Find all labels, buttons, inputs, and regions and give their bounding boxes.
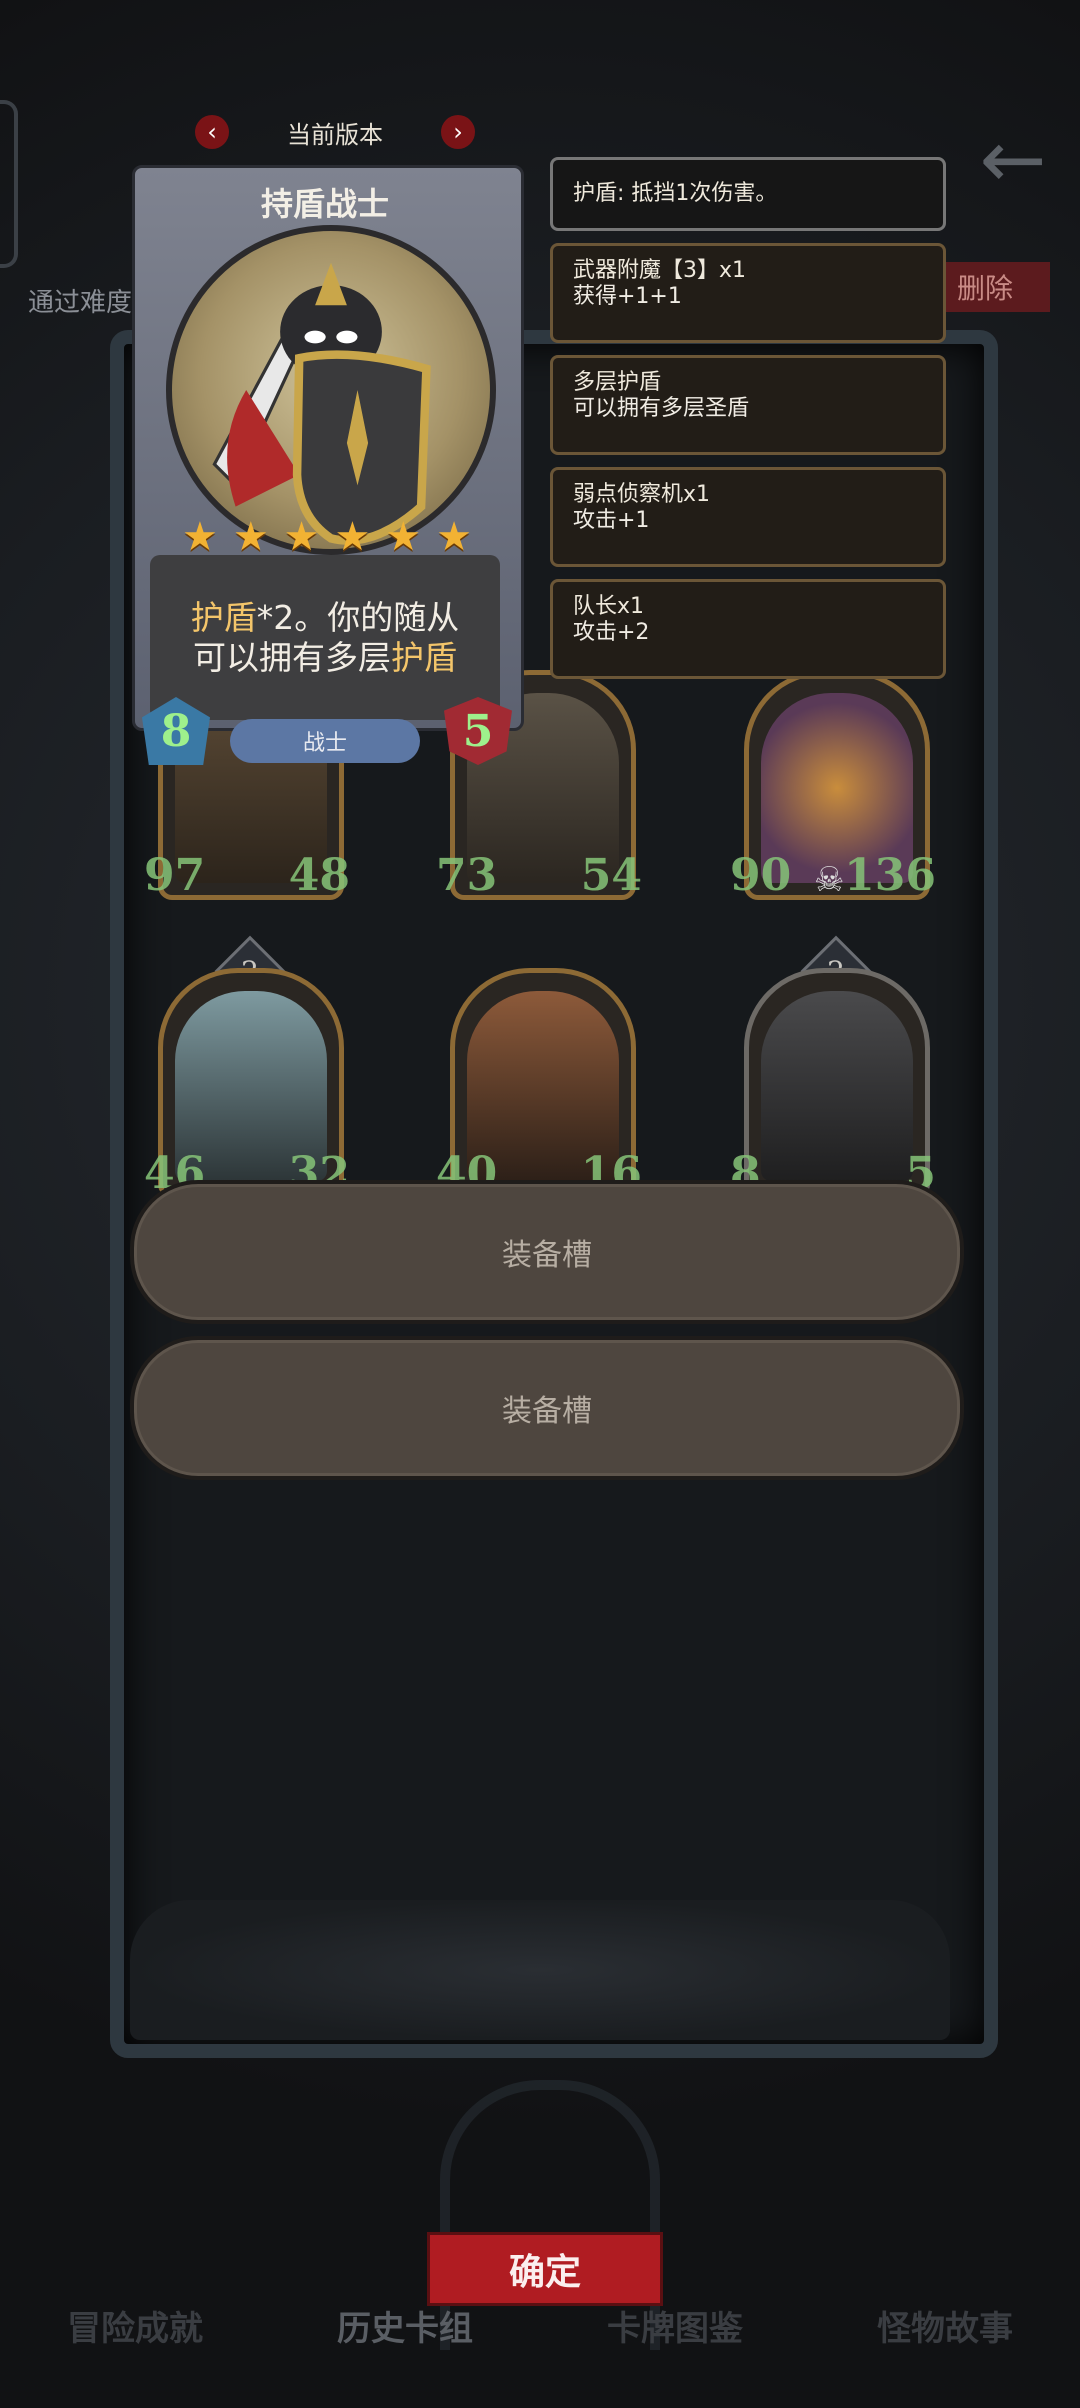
back-arrow-icon[interactable]: ← <box>968 120 1058 200</box>
minion-attack: 73 <box>436 850 498 901</box>
effect-name: 武器附魔【3】x1 <box>573 258 747 283</box>
chevron-right-icon[interactable]: › <box>441 115 475 149</box>
shield-warrior-illustration <box>212 262 431 545</box>
skull-icon: ☠ <box>814 860 845 900</box>
equipment-slot[interactable]: 装备槽 <box>130 1180 964 1324</box>
effect-item: 武器附魔【3】x1 获得+1+1 <box>550 243 946 343</box>
minion-card[interactable]: 2 46 32 <box>144 935 350 1208</box>
version-label: 当前版本 <box>287 120 383 149</box>
minion-attack: 97 <box>144 850 206 901</box>
version-switcher: ‹ 当前版本 › <box>195 112 475 152</box>
effect-desc: 可以拥有多层圣盾 <box>573 396 750 421</box>
card-health: 5 <box>444 697 512 765</box>
effect-item: 队长x1 攻击+2 <box>550 579 946 679</box>
effect-item: 弱点侦察机x1 攻击+1 <box>550 467 946 567</box>
minion-card[interactable]: 2 8 5 <box>730 935 936 1208</box>
star-rating: ★ ★ ★ ★ ★ ★ <box>182 517 472 557</box>
minion-card[interactable]: 90 136 ☠ <box>730 660 936 910</box>
star-icon: ★ <box>334 514 371 560</box>
card-name: 持盾战士 <box>260 185 389 223</box>
effect-name: 队长x1 <box>573 594 645 619</box>
star-icon: ★ <box>385 514 422 560</box>
left-edge-frame <box>0 100 18 268</box>
frame-ornament <box>130 1900 950 2040</box>
tab-history-decks[interactable]: 历史卡组 <box>337 2301 473 2350</box>
card-description: 护盾*2。你的随从 可以拥有多层护盾 <box>150 555 500 720</box>
tab-card-gallery[interactable]: 卡牌图鉴 <box>607 2301 743 2350</box>
effect-item: 护盾: 抵挡1次伤害。 <box>550 157 946 231</box>
chevron-left-icon[interactable]: ‹ <box>195 115 229 149</box>
effect-desc: 攻击+2 <box>573 620 650 645</box>
star-icon: ★ <box>182 514 218 560</box>
card-class: 战士 <box>230 719 420 763</box>
difficulty-label: 通过难度 <box>28 288 133 318</box>
tab-monster-stories[interactable]: 怪物故事 <box>877 2301 1013 2350</box>
effect-name: 护盾: 抵挡1次伤害。 <box>573 181 778 206</box>
effect-item: 多层护盾 可以拥有多层圣盾 <box>550 355 946 455</box>
equipment-slot[interactable]: 装备槽 <box>130 1336 964 1480</box>
effect-name: 弱点侦察机x1 <box>573 482 711 507</box>
card-portrait <box>166 225 496 555</box>
star-icon: ★ <box>283 514 320 560</box>
effect-desc: 攻击+1 <box>573 508 650 533</box>
star-icon: ★ <box>232 514 269 560</box>
tab-achievements[interactable]: 冒险成就 <box>67 2301 203 2350</box>
keyword-shield: 护盾 <box>391 637 457 677</box>
minion-card[interactable]: 40 16 <box>436 958 642 1208</box>
minion-health: 54 <box>580 850 642 901</box>
minion-attack: 90 <box>730 850 792 901</box>
effect-name: 多层护盾 <box>573 370 662 395</box>
minion-health: 48 <box>288 850 350 901</box>
bottom-nav: 冒险成就 历史卡组 卡牌图鉴 怪物故事 <box>0 2290 1080 2360</box>
selected-card[interactable]: 持盾战士 ★ ★ ★ ★ ★ ★ 护盾*2。你的随从 可以拥有多层护盾 8 战士… <box>132 165 524 780</box>
effect-desc: 获得+1+1 <box>573 284 682 309</box>
minion-health: 136 <box>844 850 936 901</box>
keyword-shield: 护盾 <box>190 597 257 637</box>
star-icon: ★ <box>436 514 472 560</box>
